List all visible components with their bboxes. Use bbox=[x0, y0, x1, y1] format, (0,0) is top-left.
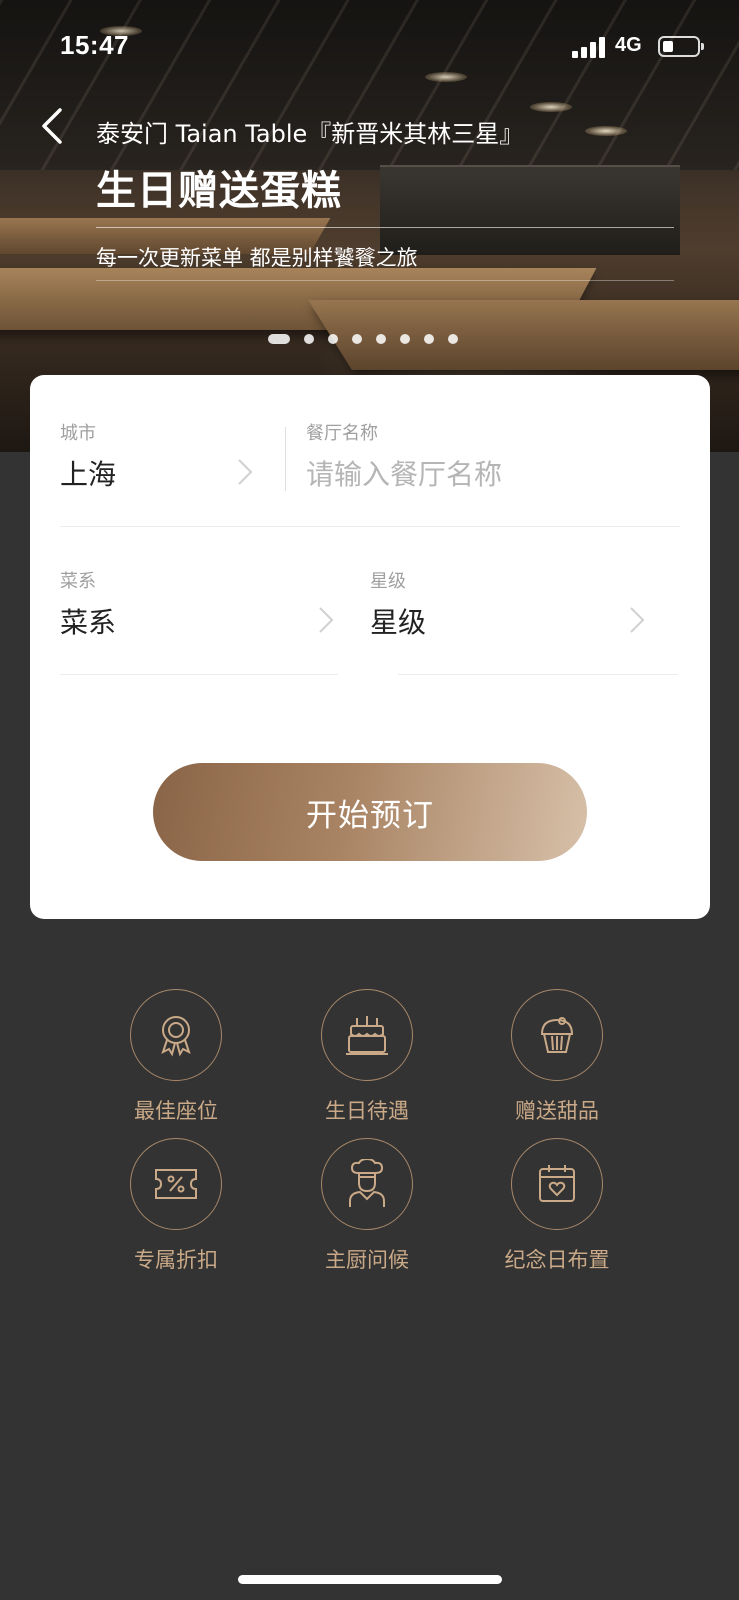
field-divider bbox=[60, 526, 680, 527]
network-label: 4G bbox=[615, 34, 642, 56]
carousel-dot-active[interactable] bbox=[268, 334, 290, 344]
rating-label: 星级 bbox=[370, 571, 406, 592]
city-selector[interactable]: 城市 上海 bbox=[30, 375, 280, 515]
benefit-icon-ring bbox=[130, 989, 222, 1081]
benefit-label: 纪念日布置 bbox=[504, 1248, 610, 1272]
carousel-dot[interactable] bbox=[352, 334, 362, 344]
restaurant-name-field[interactable]: 餐厅名称 请输入餐厅名称 bbox=[286, 375, 710, 515]
carousel-dot[interactable] bbox=[424, 334, 434, 344]
benefit-anniversary[interactable]: 纪念日布置 bbox=[467, 1138, 647, 1274]
cuisine-selector[interactable]: 菜系 菜系 bbox=[30, 535, 340, 675]
chevron-right-icon bbox=[319, 607, 334, 633]
field-divider bbox=[60, 674, 338, 675]
rating-value: 星级 bbox=[370, 606, 427, 639]
rating-selector[interactable]: 星级 星级 bbox=[370, 535, 710, 675]
home-indicator[interactable] bbox=[238, 1575, 502, 1584]
carousel-dot[interactable] bbox=[448, 334, 458, 344]
city-label: 城市 bbox=[60, 423, 96, 444]
chevron-right-icon bbox=[630, 607, 645, 633]
benefit-dessert[interactable]: 赠送甜品 bbox=[467, 989, 647, 1125]
start-booking-button[interactable]: 开始预订 bbox=[153, 763, 587, 861]
cupcake-icon bbox=[540, 1017, 574, 1053]
chevron-right-icon bbox=[238, 459, 253, 485]
birthday-cake-icon bbox=[346, 1016, 388, 1055]
benefit-icon-ring bbox=[511, 989, 603, 1081]
benefit-label: 生日待遇 bbox=[325, 1099, 409, 1123]
benefit-label: 专属折扣 bbox=[134, 1248, 218, 1272]
benefit-best-seat[interactable]: 最佳座位 bbox=[86, 989, 266, 1125]
restaurant-name: 泰安门 Taian Table『新晋米其林三星』 bbox=[96, 120, 524, 148]
discount-ticket-icon bbox=[155, 1169, 197, 1199]
benefit-discount[interactable]: 专属折扣 bbox=[86, 1138, 266, 1274]
award-medal-icon bbox=[161, 1016, 191, 1057]
benefit-chef-greeting[interactable]: 主厨问候 bbox=[277, 1138, 457, 1274]
carousel-dot[interactable] bbox=[304, 334, 314, 344]
back-button[interactable] bbox=[36, 104, 76, 148]
promo-title: 生日赠送蛋糕 bbox=[96, 168, 342, 214]
carousel-dot[interactable] bbox=[376, 334, 386, 344]
city-value: 上海 bbox=[60, 458, 117, 491]
status-time: 15:47 bbox=[60, 30, 129, 60]
benefit-icon-ring bbox=[321, 1138, 413, 1230]
divider bbox=[96, 280, 674, 281]
chevron-left-icon bbox=[42, 108, 62, 144]
carousel-dots bbox=[268, 333, 458, 345]
chef-icon bbox=[349, 1159, 385, 1207]
battery-icon bbox=[658, 36, 704, 57]
calendar-heart-icon bbox=[539, 1165, 575, 1202]
booking-card: 城市 上海 餐厅名称 请输入餐厅名称 菜系 菜系 星级 星级 开始预订 bbox=[30, 375, 710, 919]
cuisine-label: 菜系 bbox=[60, 571, 96, 592]
benefit-icon-ring bbox=[321, 989, 413, 1081]
benefit-label: 赠送甜品 bbox=[515, 1099, 599, 1123]
benefit-label: 主厨问候 bbox=[325, 1248, 409, 1272]
status-bar: 15:47 4G bbox=[0, 0, 739, 92]
field-divider bbox=[398, 674, 678, 675]
restaurant-name-input[interactable]: 请输入餐厅名称 bbox=[306, 453, 502, 493]
carousel-dot[interactable] bbox=[328, 334, 338, 344]
restaurant-name-label: 餐厅名称 bbox=[306, 423, 378, 444]
benefit-label: 最佳座位 bbox=[134, 1099, 218, 1123]
benefit-birthday[interactable]: 生日待遇 bbox=[277, 989, 457, 1125]
carousel-dot[interactable] bbox=[400, 334, 410, 344]
signal-icon bbox=[572, 36, 606, 58]
benefit-icon-ring bbox=[511, 1138, 603, 1230]
promo-subtitle: 每一次更新菜单 都是别样饕餮之旅 bbox=[96, 246, 418, 270]
divider bbox=[96, 227, 674, 228]
cuisine-value: 菜系 bbox=[60, 606, 117, 639]
benefit-icon-ring bbox=[130, 1138, 222, 1230]
